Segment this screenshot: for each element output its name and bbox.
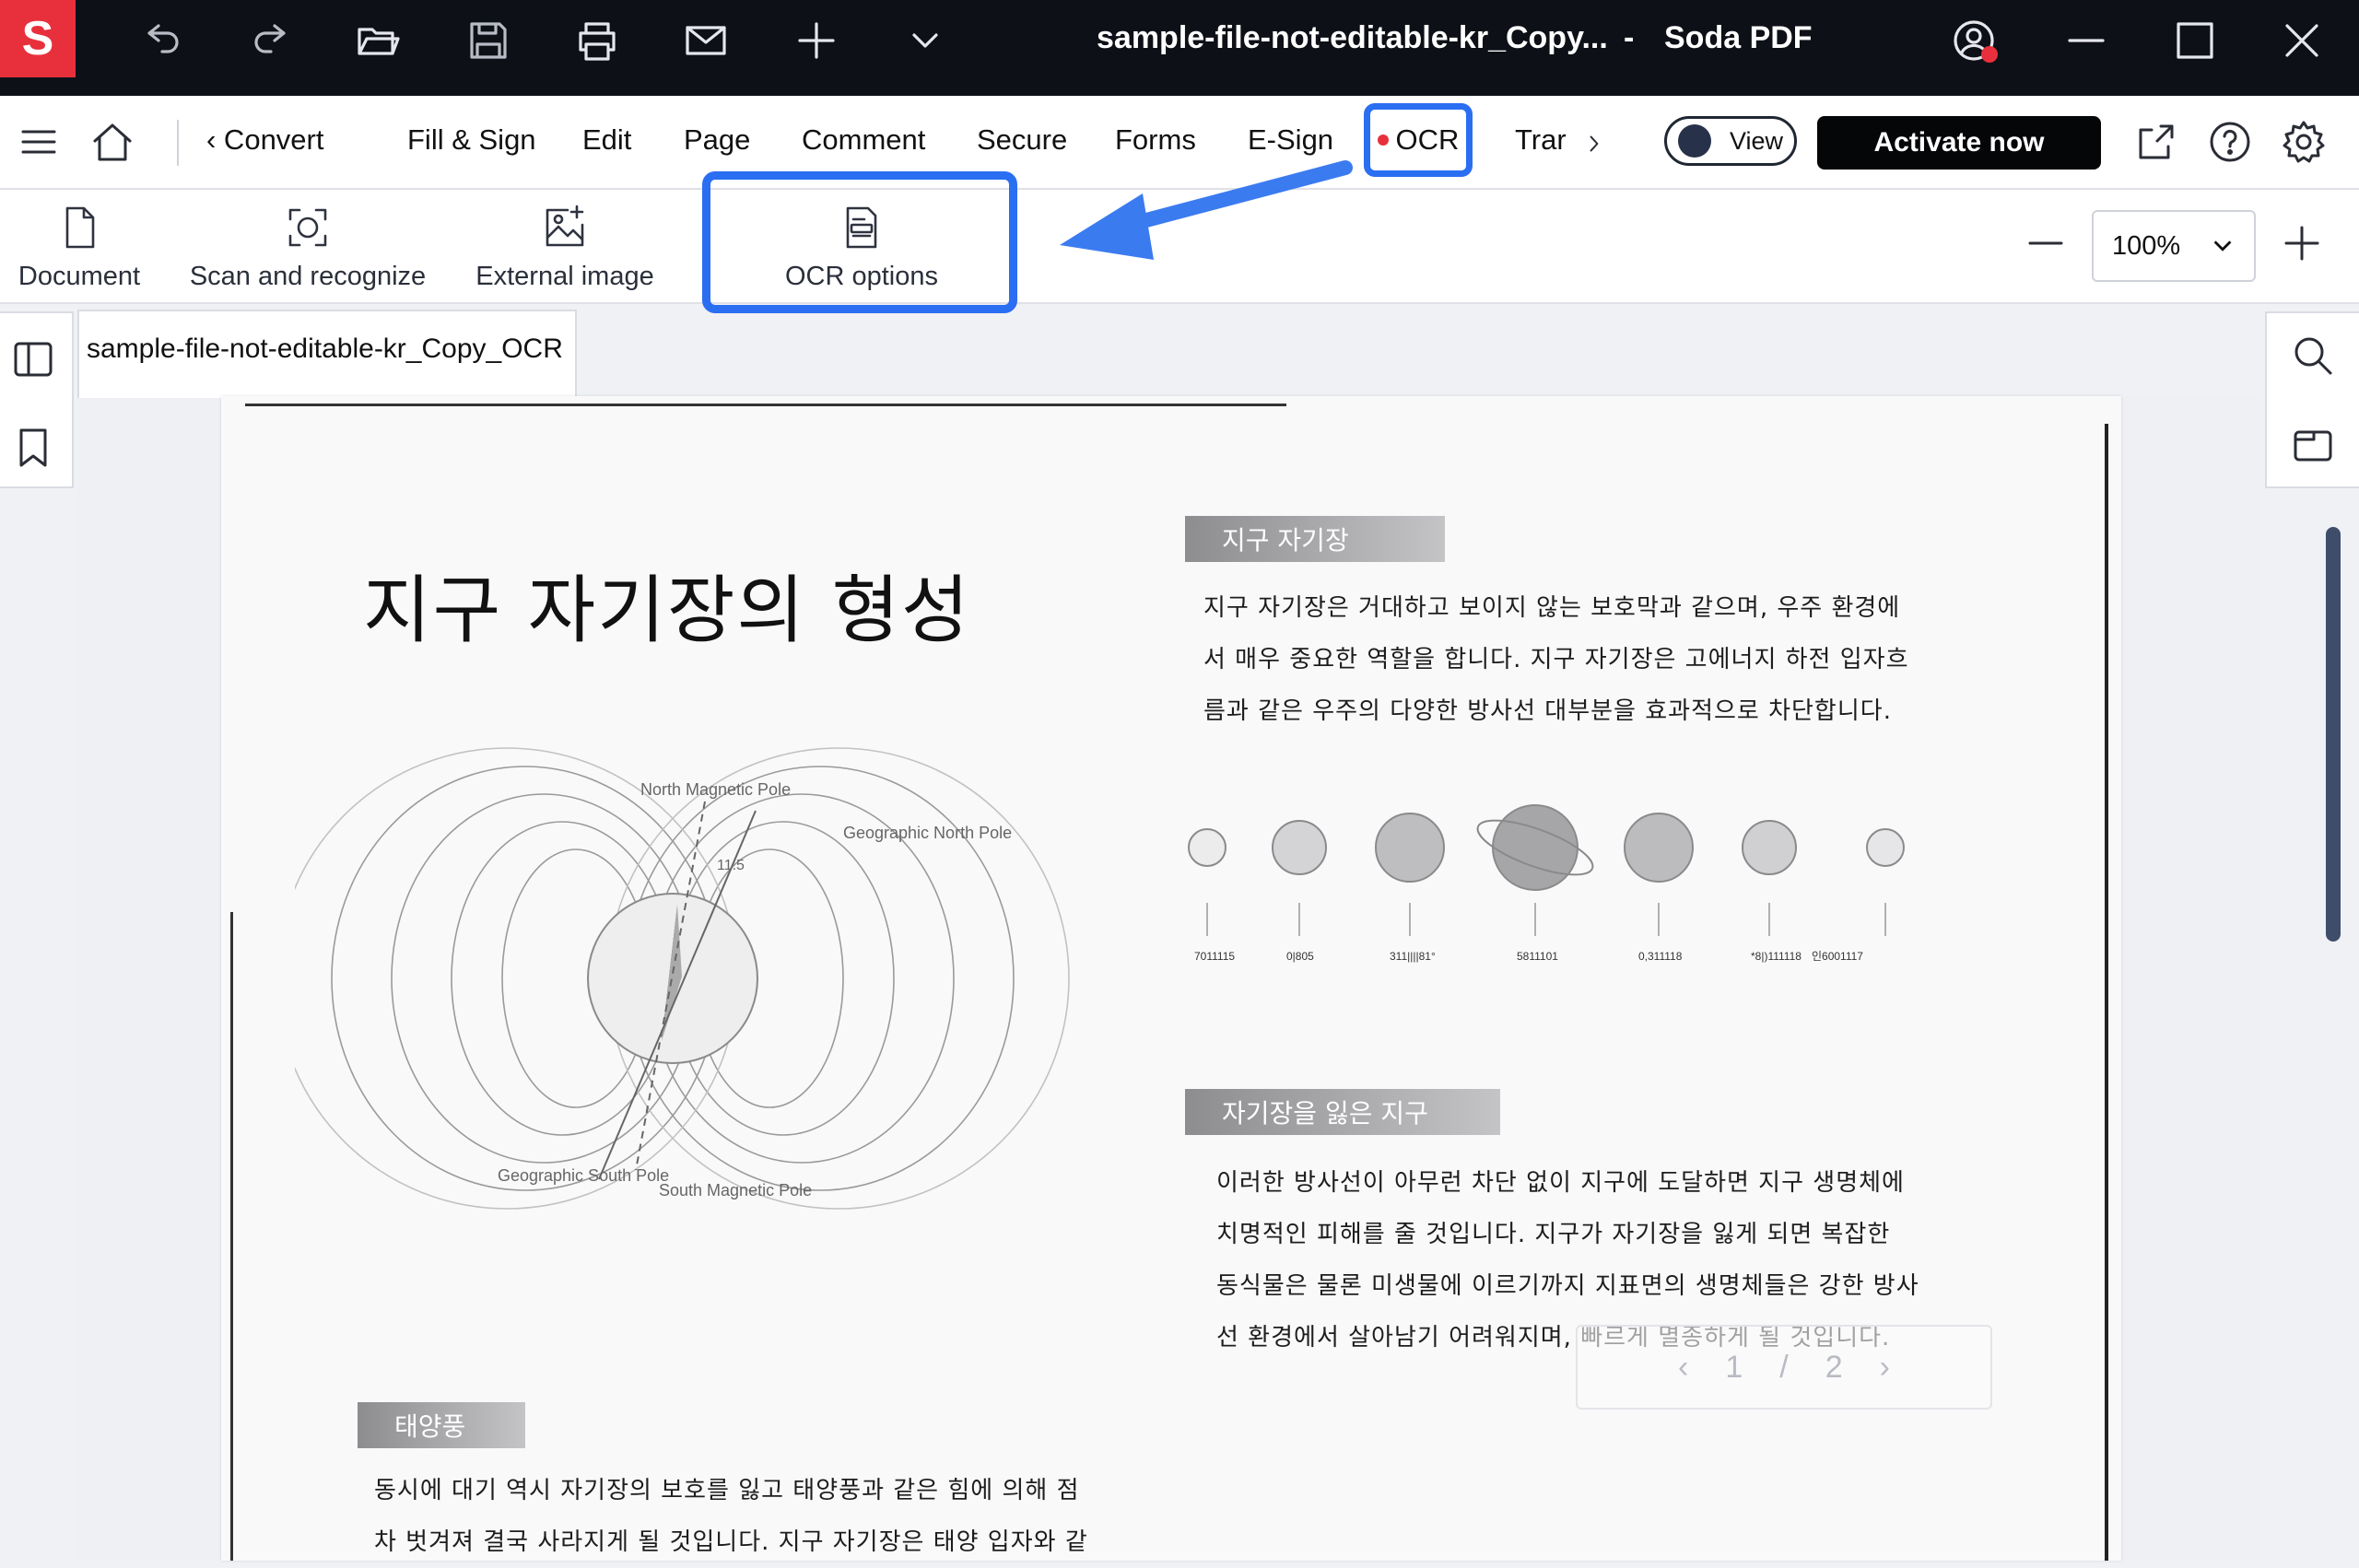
chevron-down-icon[interactable] [898,15,953,66]
prev-page-button[interactable]: ‹ [1678,1350,1688,1386]
pdf-page: 지구 자기장의 형성 Geographic South Pole North M… [221,396,2121,1561]
ocr-active-dot [1377,135,1389,146]
account-icon[interactable] [1946,15,2001,66]
title-separator: - [1624,20,1635,55]
planet-label: 5811101 [1517,950,1558,963]
total-pages: 2 [1825,1349,1843,1385]
tab-page[interactable]: Page [684,123,750,157]
tab-edit[interactable]: Edit [582,123,631,157]
toggle-knob [1678,124,1711,158]
activate-now-button[interactable]: Activate now [1817,116,2101,170]
mail-icon[interactable] [678,15,734,66]
section-paragraph: 동시에 대기 역시 자기장의 보호를 잃고 태양풍과 같은 힘에 의해 점 차 … [374,1477,1088,1556]
tab-convert[interactable]: ‹ Convert [206,123,323,157]
open-folder-icon[interactable] [350,15,405,66]
current-page-number[interactable]: 1 [1725,1350,1743,1386]
ribbon-external-image-label: External image [475,262,654,291]
undo-icon[interactable] [135,15,190,66]
panel-icon[interactable] [2287,418,2339,470]
ribbon-ocr-options-label: OCR options [784,262,938,291]
section-label: 지구 자기장 [1185,516,1445,562]
scan-edge [230,912,233,1561]
ocr-ribbon: Document Scan and recognize External ima… [0,190,2359,304]
planet-label: 7011115 [1194,950,1235,963]
share-icon[interactable] [2130,116,2182,168]
page-navigator: ‹ 1 / 2 › [1576,1325,1992,1410]
title-bar: S sample-file-not-editable-kr_Copy... - … [0,0,2359,96]
ribbon-ocr-options[interactable]: OCR options [746,190,977,298]
page-heading: 지구 자기장의 형성 [363,568,971,653]
hamburger-menu-icon[interactable] [13,116,65,168]
home-icon[interactable] [87,116,138,168]
zoom-out-icon[interactable] [2020,217,2071,269]
help-icon[interactable] [2204,116,2256,168]
ribbon-external-image[interactable]: External image [468,190,662,298]
close-icon[interactable] [2274,15,2330,66]
next-page-button[interactable]: › [1880,1350,1890,1386]
document-title: sample-file-not-editable-kr_Copy... [1097,20,1608,55]
section-paragraph: 지구 자기장은 거대하고 보이지 않는 보호막과 같으며, 우주 환경에 서 매… [1203,594,1909,725]
left-panel-rail [0,311,74,488]
search-icon[interactable] [2287,330,2339,381]
planet-label: 0,311118 [1638,950,1683,963]
zoom-select[interactable]: 100% [2092,210,2256,282]
zoom-in-icon[interactable] [2276,217,2328,269]
soda-logo[interactable]: S [0,0,76,77]
redo-icon[interactable] [243,15,299,66]
tab-fill-sign[interactable]: Fill & Sign [407,123,536,157]
document-icon [65,206,95,249]
chevron-right-icon[interactable] [1568,118,1620,170]
menu-divider [177,120,179,166]
ribbon-scan-recognize[interactable]: Scan and recognize [184,190,431,298]
planet-row-illustration: 7011115 0|805 311||||81° 5811101 0,31111… [1188,804,1905,963]
diagram-label-north-magnetic: North Magnetic Pole [640,780,791,799]
image-add-icon [546,205,584,247]
document-tab-label: sample-file-not-editable-kr_Copy_OCR [87,333,563,364]
tab-esign[interactable]: E-Sign [1248,123,1333,157]
diagram-label-geo-north: Geographic North Pole [843,824,1012,842]
section-label: 자기장을 잃은 지구 [1185,1089,1500,1135]
tab-secure[interactable]: Secure [977,123,1067,157]
minimize-icon[interactable] [2059,15,2114,66]
view-toggle-label: View [1730,126,1784,155]
panel-toggle-icon[interactable] [7,333,59,385]
document-tab[interactable]: sample-file-not-editable-kr_Copy_OCR [77,310,577,398]
tab-ocr-label: OCR [1395,123,1460,156]
planet-label: 인6001117 [1812,950,1863,963]
tab-forms[interactable]: Forms [1115,123,1196,157]
page-separator: / [1779,1349,1789,1385]
tab-translate[interactable]: Trar [1515,123,1567,157]
chevron-down-icon [2213,240,2232,252]
notification-dot [1981,46,1998,63]
planet-label: *8|)111118 [1751,950,1802,963]
settings-gear-icon[interactable] [2278,116,2330,168]
ribbon-document-label: Document [18,262,141,291]
right-panel-rail [2265,311,2359,488]
save-icon[interactable] [461,15,516,66]
ocr-options-icon [846,206,877,249]
scan-icon [288,208,327,247]
ribbon-scan-label: Scan and recognize [189,262,427,291]
menu-bar: ‹ Convert Fill & Sign Edit Page Comment … [0,96,2359,190]
plus-icon[interactable] [789,15,844,66]
magnetic-field-diagram: Geographic South Pole North Magnetic Pol… [295,747,1070,1210]
planet-label: 311||||81° [1390,950,1436,963]
maximize-icon[interactable] [2167,15,2223,66]
section-label: 태양풍 [358,1402,525,1448]
bookmark-icon[interactable] [7,422,59,474]
tab-ocr[interactable]: OCR [1364,103,1473,177]
diagram-label-south-magnetic: South Magnetic Pole [659,1181,812,1199]
planet-label: 0|805 [1286,950,1314,963]
tab-comment[interactable]: Comment [802,123,925,157]
diagram-label-geo-south: Geographic South Pole [498,1166,669,1185]
print-icon[interactable] [569,15,625,66]
zoom-value: 100% [2112,230,2181,261]
vertical-scrollbar[interactable] [2326,527,2341,942]
app-name: Soda PDF [1664,20,1813,55]
ribbon-document[interactable]: Document [17,190,142,298]
view-toggle[interactable]: View [1664,116,1797,166]
scan-edge [245,404,1286,406]
diagram-angle-label: 11.5 [717,858,745,873]
